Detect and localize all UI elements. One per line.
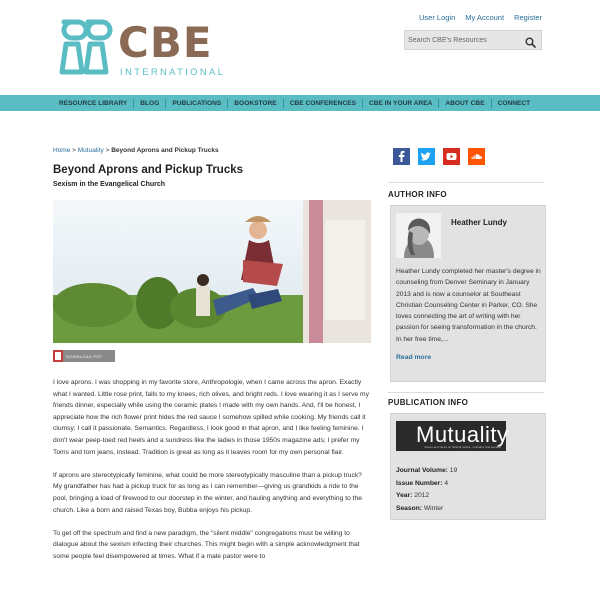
author-info-box: Heather Lundy Heather Lundy completed he… [390,205,546,382]
article-body: I love aprons. I was shopping in my favo… [53,377,371,574]
twitter-icon[interactable] [418,148,435,165]
article-paragraph: If aprons are stereotypically feminine, … [53,471,362,514]
logo-wordmark: CBE [118,18,213,67]
search-input[interactable] [408,33,520,47]
season-row: Season: Winter [396,503,457,516]
mutuality-logo[interactable]: Mutuality Voices and views on biblical j… [396,421,508,451]
year-label: Year: [396,492,413,500]
journal-volume-value: 19 [449,467,458,474]
breadcrumb-separator: > [70,147,78,154]
season-label: Season: [396,505,423,513]
article-subtitle: Sexism in the Evangelical Church [53,181,166,188]
breadcrumb-current: Beyond Aprons and Pickup Trucks [111,147,219,154]
sidebar-divider [388,182,544,183]
breadcrumb: Home > Mutuality > Beyond Aprons and Pic… [53,147,219,154]
download-pdf-button[interactable]: DOWNLOAD PDF [53,350,115,362]
mutuality-logo-subtext: Voices and views on biblical justice, mu… [424,445,502,449]
author-name: Heather Lundy [451,218,508,227]
register-link[interactable]: Register [514,13,542,22]
author-bio: Heather Lundy completed her master's deg… [396,268,541,343]
issue-number-value: 4 [444,479,449,487]
youtube-icon[interactable] [443,148,460,165]
publication-info-box: Mutuality Voices and views on biblical j… [390,413,546,520]
read-more-link[interactable]: Read more [396,354,431,361]
nav-connect[interactable]: CONNECT [490,98,537,108]
author-photo [396,213,441,258]
year-row: Year: 2012 [396,490,457,503]
year-value: 2012 [414,492,430,500]
journal-volume-row: Journal Volume: 19 [396,465,457,478]
my-account-link[interactable]: My Account [465,13,504,22]
issue-number-label: Issue Number: [396,479,443,487]
sidebar-divider [388,392,544,393]
breadcrumb-mutuality[interactable]: Mutuality [78,147,104,154]
cbe-emblem-icon [59,19,113,75]
article-paragraph: To get off the spectrum and find a new p… [53,529,360,560]
author-info-heading: AUTHOR INFO [388,190,447,199]
nav-cbe-in-your-area[interactable]: CBE IN YOUR AREA [362,98,438,108]
cbe-logo[interactable]: CBE INTERNATIONAL [58,18,223,80]
search-box [404,30,542,50]
nav-resource-library[interactable]: RESOURCE LIBRARY [55,99,133,108]
user-login-link[interactable]: User Login [419,13,455,22]
article-hero-image [53,200,371,343]
pdf-icon [53,350,63,362]
publication-info-heading: PUBLICATION INFO [388,398,469,407]
breadcrumb-home[interactable]: Home [53,147,70,154]
publication-details: Journal Volume: 19 Issue Number: 4 Year:… [396,465,457,516]
article-paragraph: I love aprons. I was shopping in my favo… [53,379,369,456]
season-value: Winter [423,505,444,513]
soundcloud-icon[interactable] [468,148,485,165]
nav-cbe-conferences[interactable]: CBE CONFERENCES [282,98,362,108]
download-pdf-label: DOWNLOAD PDF [66,353,103,359]
site-header: CBE INTERNATIONAL User Login My Account … [0,0,600,95]
nav-blog[interactable]: BLOG [133,98,165,108]
nav-bookstore[interactable]: BOOKSTORE [227,98,282,108]
account-links: User Login My Account Register [419,13,542,22]
article-title: Beyond Aprons and Pickup Trucks [53,164,244,176]
journal-volume-label: Journal Volume: [396,467,448,474]
nav-publications[interactable]: PUBLICATIONS [165,98,227,108]
magnifier-icon[interactable] [525,35,536,53]
social-links [393,148,485,165]
main-nav: RESOURCE LIBRARY BLOG PUBLICATIONS BOOKS… [0,95,600,111]
issue-number-row: Issue Number: 4 [396,478,457,491]
facebook-icon[interactable] [393,148,410,165]
nav-about-cbe[interactable]: ABOUT CBE [438,98,490,108]
logo-tagline: INTERNATIONAL [120,67,226,78]
